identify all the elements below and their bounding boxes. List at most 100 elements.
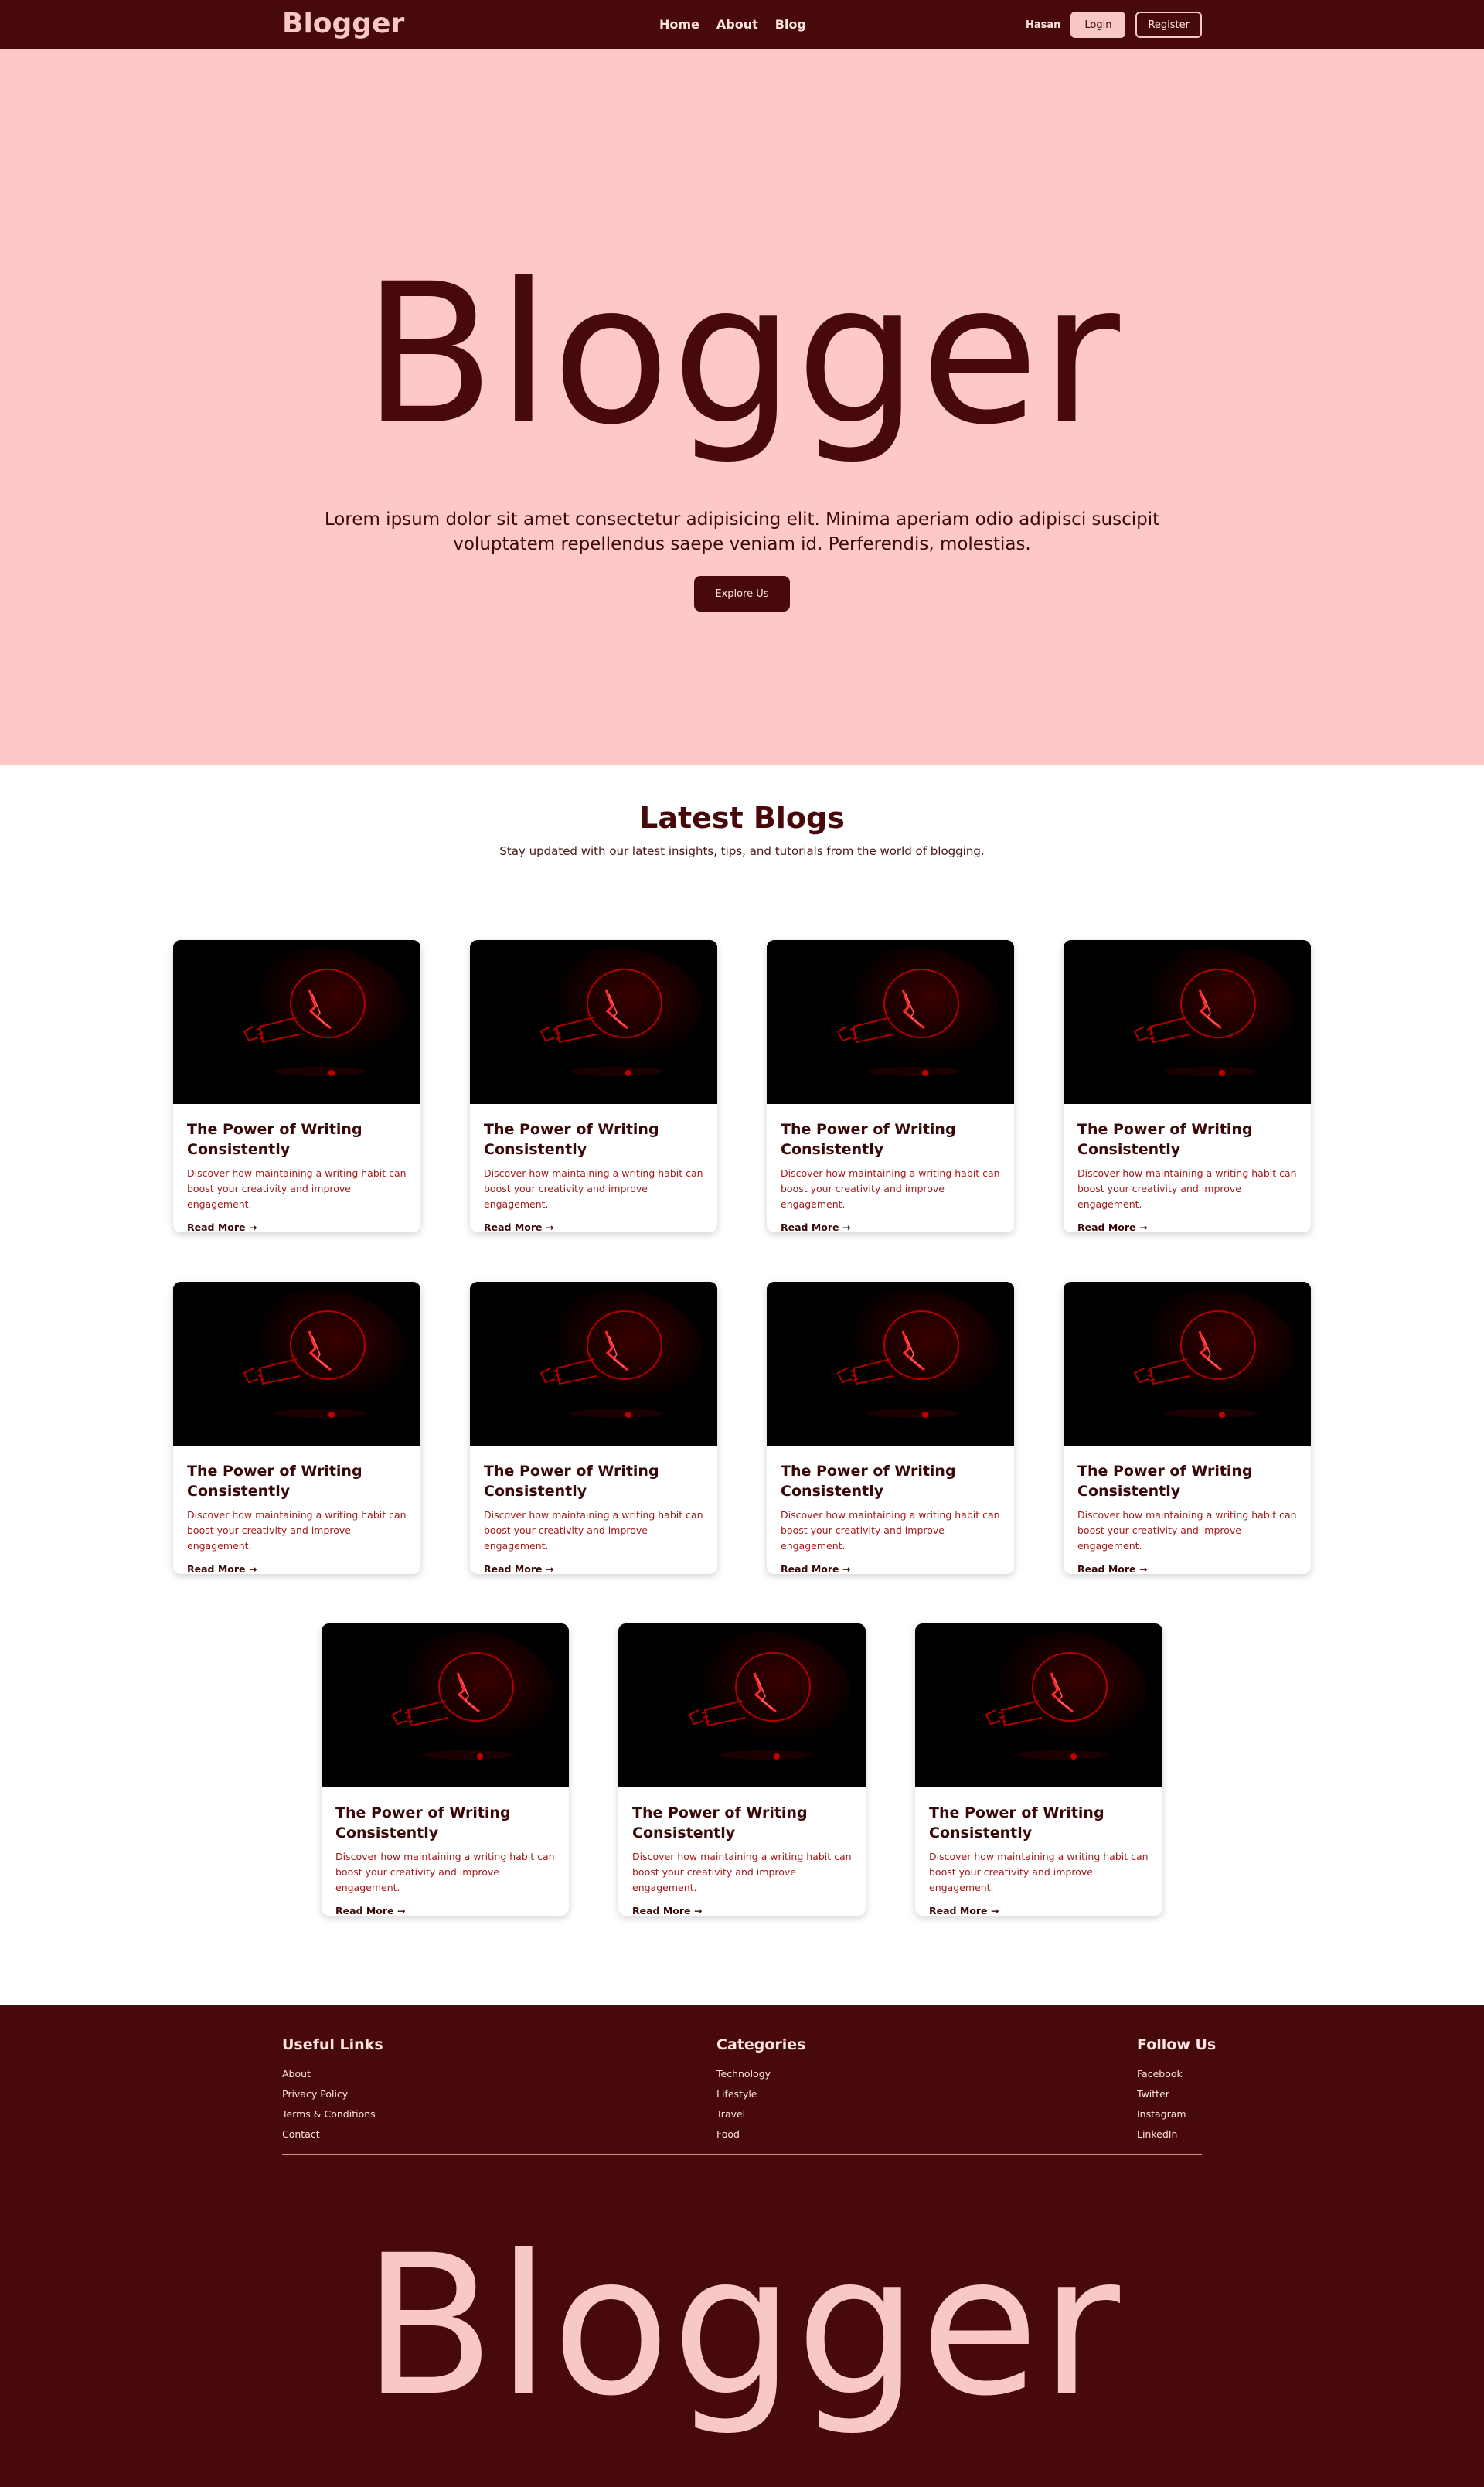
read-more-link[interactable]: Read More →: [1077, 1563, 1297, 1574]
lightbulb-image-icon: [470, 1282, 717, 1446]
blog-card-body: The Power of Writing Consistently Discove…: [322, 1787, 569, 1916]
blog-card-body: The Power of Writing Consistently Discove…: [173, 1104, 420, 1232]
footer-link-contact[interactable]: Contact: [282, 2124, 383, 2145]
lightbulb-image-icon: [767, 940, 1014, 1104]
blog-card-body: The Power of Writing Consistently Discove…: [767, 1446, 1014, 1574]
blog-card[interactable]: The Power of Writing Consistently Discove…: [1064, 940, 1311, 1232]
blog-card[interactable]: The Power of Writing Consistently Discove…: [173, 1282, 420, 1574]
blog-card-excerpt: Discover how maintaining a writing habit…: [187, 1167, 407, 1210]
read-more-link[interactable]: Read More →: [484, 1563, 703, 1574]
blog-card-title: The Power of Writing Consistently: [335, 1804, 511, 1841]
blog-card[interactable]: The Power of Writing Consistently Discove…: [173, 940, 420, 1232]
footer-brand-text: Blogger: [362, 2213, 1122, 2438]
footer-link-food[interactable]: Food: [716, 2124, 805, 2145]
footer-heading: Useful Links: [282, 2036, 383, 2053]
register-button[interactable]: Register: [1135, 12, 1202, 38]
blog-card-title: The Power of Writing Consistently: [632, 1804, 808, 1841]
lightbulb-image-icon: [322, 1623, 569, 1787]
blog-card[interactable]: The Power of Writing Consistently Discove…: [767, 940, 1014, 1232]
read-more-link[interactable]: Read More →: [187, 1563, 407, 1574]
blog-card-excerpt: Discover how maintaining a writing habit…: [632, 1851, 852, 1893]
footer-follow-us: Follow Us Facebook Twitter Instagram Lin…: [1137, 2036, 1216, 2145]
footer-link-privacy[interactable]: Privacy Policy: [282, 2084, 383, 2104]
footer-link-technology[interactable]: Technology: [716, 2064, 805, 2084]
blog-card-title: The Power of Writing Consistently: [187, 1463, 362, 1500]
footer-heading: Categories: [716, 2036, 806, 2053]
hero-title: Blogger: [362, 242, 1122, 467]
blog-card-title: The Power of Writing Consistently: [484, 1463, 659, 1500]
footer-useful-links: Useful Links About Privacy Policy Terms …: [282, 2036, 383, 2145]
nav-link-blog[interactable]: Blog: [775, 17, 806, 32]
blog-card[interactable]: The Power of Writing Consistently Discove…: [618, 1623, 866, 1916]
blog-card-excerpt: Discover how maintaining a writing habit…: [335, 1851, 555, 1893]
blog-card[interactable]: The Power of Writing Consistently Discove…: [767, 1282, 1014, 1574]
blog-card[interactable]: The Power of Writing Consistently Discove…: [322, 1623, 569, 1916]
blog-card-excerpt: Discover how maintaining a writing habit…: [484, 1167, 703, 1210]
blog-card-title: The Power of Writing Consistently: [1077, 1463, 1253, 1500]
blogs-title: Latest Blogs: [639, 801, 845, 835]
read-more-link[interactable]: Read More →: [1077, 1221, 1297, 1232]
footer-categories: Categories Technology Lifestyle Travel F…: [716, 2036, 805, 2145]
read-more-link[interactable]: Read More →: [187, 1221, 407, 1232]
nav-user-area: Hasan Login Register: [1026, 12, 1202, 38]
lightbulb-image-icon: [618, 1623, 866, 1787]
blog-card-title: The Power of Writing Consistently: [484, 1121, 659, 1158]
blog-card-body: The Power of Writing Consistently Discove…: [1064, 1446, 1311, 1574]
blog-card-body: The Power of Writing Consistently Discove…: [1064, 1104, 1311, 1232]
read-more-link[interactable]: Read More →: [632, 1905, 852, 1916]
login-button[interactable]: Login: [1070, 12, 1126, 38]
blog-card-body: The Power of Writing Consistently Discove…: [470, 1104, 717, 1232]
blog-card-body: The Power of Writing Consistently Discove…: [618, 1787, 866, 1916]
nav-link-home[interactable]: Home: [659, 17, 699, 32]
blog-card-excerpt: Discover how maintaining a writing habit…: [929, 1851, 1149, 1893]
footer-link-about[interactable]: About: [282, 2064, 383, 2084]
blog-card-body: The Power of Writing Consistently Discove…: [915, 1787, 1162, 1916]
hero-description: Lorem ipsum dolor sit amet consectetur a…: [324, 509, 1160, 554]
blog-card-title: The Power of Writing Consistently: [929, 1804, 1104, 1841]
blog-card-excerpt: Discover how maintaining a writing habit…: [187, 1509, 407, 1552]
explore-button[interactable]: Explore Us: [694, 576, 790, 612]
blog-card[interactable]: The Power of Writing Consistently Discove…: [1064, 1282, 1311, 1574]
read-more-link[interactable]: Read More →: [781, 1563, 1000, 1574]
footer-link-lifestyle[interactable]: Lifestyle: [716, 2084, 805, 2104]
lightbulb-image-icon: [470, 940, 717, 1104]
hero-section: Blogger Lorem ipsum dolor sit amet conse…: [0, 49, 1484, 765]
footer: Useful Links About Privacy Policy Terms …: [0, 2005, 1484, 2487]
footer-link-travel[interactable]: Travel: [716, 2104, 805, 2124]
blog-card-body: The Power of Writing Consistently Discove…: [767, 1104, 1014, 1232]
lightbulb-image-icon: [767, 1282, 1014, 1446]
blog-card[interactable]: The Power of Writing Consistently Discove…: [915, 1623, 1162, 1916]
read-more-link[interactable]: Read More →: [929, 1905, 1149, 1916]
blog-card-excerpt: Discover how maintaining a writing habit…: [781, 1167, 1000, 1210]
blog-card-excerpt: Discover how maintaining a writing habit…: [484, 1509, 703, 1552]
blog-card-body: The Power of Writing Consistently Discove…: [470, 1446, 717, 1574]
lightbulb-image-icon: [173, 1282, 420, 1446]
footer-link-twitter[interactable]: Twitter: [1137, 2084, 1216, 2104]
blog-card[interactable]: The Power of Writing Consistently Discove…: [470, 1282, 717, 1574]
lightbulb-image-icon: [173, 940, 420, 1104]
footer-link-linkedin[interactable]: LinkedIn: [1137, 2124, 1216, 2145]
read-more-link[interactable]: Read More →: [781, 1221, 1000, 1232]
lightbulb-image-icon: [915, 1623, 1162, 1787]
footer-link-facebook[interactable]: Facebook: [1137, 2064, 1216, 2084]
blog-card-excerpt: Discover how maintaining a writing habit…: [1077, 1509, 1297, 1552]
read-more-link[interactable]: Read More →: [484, 1221, 703, 1232]
read-more-link[interactable]: Read More →: [335, 1905, 555, 1916]
footer-link-instagram[interactable]: Instagram: [1137, 2104, 1216, 2124]
lightbulb-image-icon: [1064, 1282, 1311, 1446]
footer-link-terms[interactable]: Terms & Conditions: [282, 2104, 383, 2124]
navbar: Blogger Home About Blog Hasan Login Regi…: [0, 0, 1484, 49]
blog-card-body: The Power of Writing Consistently Discove…: [173, 1446, 420, 1574]
blog-card-title: The Power of Writing Consistently: [187, 1121, 362, 1158]
nav-link-about[interactable]: About: [716, 17, 758, 32]
footer-heading: Follow Us: [1137, 2036, 1217, 2053]
blog-card-title: The Power of Writing Consistently: [1077, 1121, 1253, 1158]
blog-card-title: The Power of Writing Consistently: [781, 1121, 956, 1158]
blog-card-excerpt: Discover how maintaining a writing habit…: [1077, 1167, 1297, 1210]
username: Hasan: [1025, 19, 1061, 31]
nav-links: Home About Blog: [659, 17, 806, 32]
blog-card-title: The Power of Writing Consistently: [781, 1463, 956, 1500]
blog-card-excerpt: Discover how maintaining a writing habit…: [781, 1509, 1000, 1552]
blog-card[interactable]: The Power of Writing Consistently Discove…: [470, 940, 717, 1232]
brand-logo[interactable]: Blogger: [282, 8, 404, 39]
